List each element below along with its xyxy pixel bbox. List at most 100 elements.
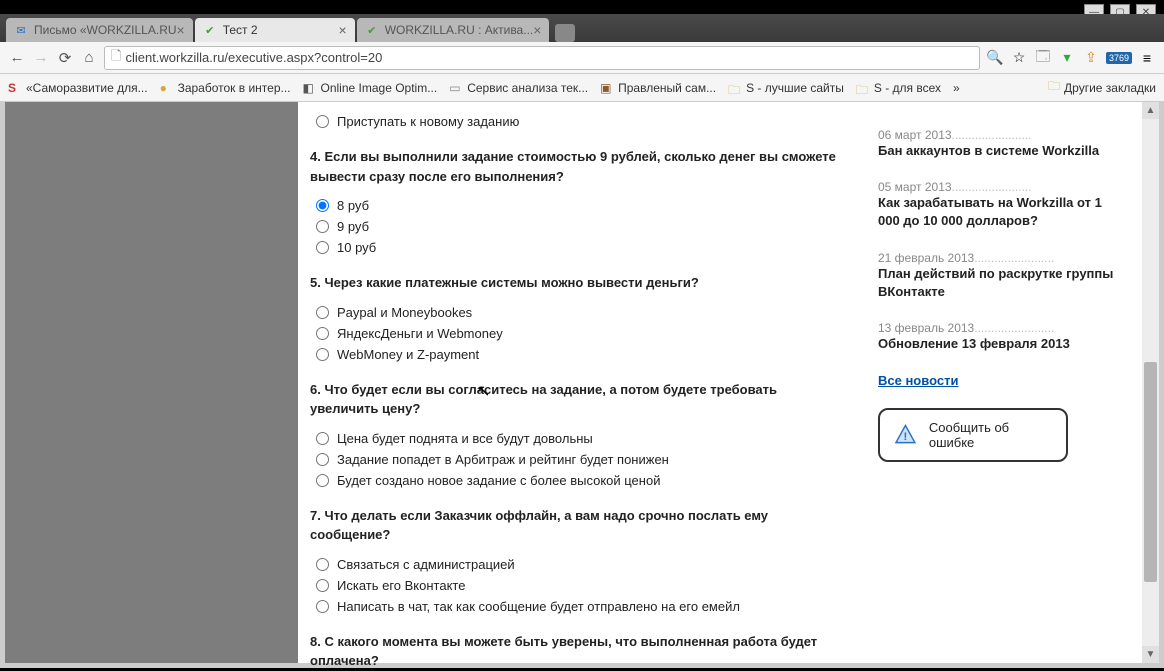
tab-0[interactable]: ✉ Письмо «WORKZILLA.RU × — [6, 18, 193, 42]
question-text: 8. С какого момента вы можете быть увере… — [310, 632, 844, 671]
radio-input[interactable] — [316, 600, 329, 613]
bookmark-item[interactable]: ▭ Сервис анализа тек... — [449, 81, 588, 95]
bookmark-label: Правленый сам... — [618, 81, 716, 95]
close-icon[interactable]: × — [533, 22, 541, 38]
sidebar: 06 март 2013 Бан аккаунтов в системе Wor… — [872, 102, 1142, 663]
radio-input[interactable] — [316, 220, 329, 233]
option[interactable]: 10 руб — [310, 240, 844, 255]
tab-bar: ✉ Письмо «WORKZILLA.RU × ✔ Тест 2 × ✔ WO… — [0, 14, 1164, 42]
radio-input[interactable] — [316, 327, 329, 340]
question-top-fragment: Приступать к новому заданию — [310, 114, 844, 129]
radio-input[interactable] — [316, 579, 329, 592]
question-8: 8. С какого момента вы можете быть увере… — [310, 632, 844, 671]
news-item[interactable]: 06 март 2013 Бан аккаунтов в системе Wor… — [878, 128, 1124, 160]
news-item[interactable]: 05 март 2013 Как зарабатывать на Workzil… — [878, 180, 1124, 230]
reload-icon[interactable]: ⟳ — [56, 49, 74, 67]
option[interactable]: 8 руб — [310, 198, 844, 213]
bookmark-folder[interactable]: 🗀S - лучшие сайты — [728, 81, 844, 95]
bookmark-label: Online Image Optim... — [321, 81, 438, 95]
news-date: 21 февраль 2013 — [878, 251, 1124, 265]
bookmark-item[interactable]: S «Саморазвитие для... — [8, 81, 148, 95]
radio-input[interactable] — [316, 115, 329, 128]
option[interactable]: Приступать к новому заданию — [310, 114, 844, 129]
option[interactable]: WebMoney и Z-payment — [310, 347, 844, 362]
option[interactable]: Задание попадет в Арбитраж и рейтинг буд… — [310, 452, 844, 467]
forward-icon[interactable]: → — [32, 49, 50, 67]
question-text: 4. Если вы выполнили задание стоимостью … — [310, 147, 844, 186]
svg-text:!: ! — [904, 431, 908, 443]
media-icon[interactable]: 🗔 — [1034, 49, 1052, 67]
option-label: Связаться с администрацией — [337, 557, 515, 572]
extension-icons: 🔍 ☆ 🗔 ▾ ⇪ 3769 ≡ — [986, 49, 1156, 67]
page-icon: 🗋 — [111, 47, 121, 69]
counter-badge[interactable]: 3769 — [1106, 52, 1132, 64]
question-7: 7. Что делать если Заказчик оффлайн, а в… — [310, 506, 844, 614]
option-label: Искать его Вконтакте — [337, 578, 465, 593]
radio-input[interactable] — [316, 558, 329, 571]
site-icon: S — [8, 81, 22, 95]
overflow-chevron-icon[interactable]: » — [953, 81, 960, 95]
bookmark-label: «Саморазвитие для... — [26, 81, 148, 95]
bookmark-item[interactable]: ◧Online Image Optim... — [303, 81, 438, 95]
star-icon[interactable]: ☆ — [1010, 49, 1028, 67]
radio-input[interactable] — [316, 241, 329, 254]
back-icon[interactable]: ← — [8, 49, 26, 67]
folder-icon: 🗀 — [1048, 77, 1060, 98]
bookmark-label: S - для всех — [874, 81, 941, 95]
option[interactable]: ЯндексДеньги и Webmoney — [310, 326, 844, 341]
scroll-down-icon[interactable]: ▼ — [1142, 646, 1159, 663]
option-label: Написать в чат, так как сообщение будет … — [337, 599, 740, 614]
bookmark-item[interactable]: ▣Правленый сам... — [600, 81, 716, 95]
search-icon[interactable]: 🔍 — [986, 49, 1004, 67]
option[interactable]: Paypal и Moneybookes — [310, 305, 844, 320]
radio-input[interactable] — [316, 348, 329, 361]
check-icon: ✔ — [365, 23, 379, 37]
radio-input[interactable] — [316, 453, 329, 466]
bookmark-label: Заработок в интер... — [178, 81, 291, 95]
left-gutter — [5, 102, 298, 663]
page-viewport: Приступать к новому заданию 4. Если вы в… — [5, 102, 1142, 663]
scroll-up-icon[interactable]: ▲ — [1142, 102, 1159, 119]
option[interactable]: Будет создано новое задание с более высо… — [310, 473, 844, 488]
bookmark-label: Другие закладки — [1064, 81, 1156, 95]
radio-input[interactable] — [316, 474, 329, 487]
radio-input[interactable] — [316, 199, 329, 212]
bookmark-label: S - лучшие сайты — [746, 81, 844, 95]
close-icon[interactable]: × — [339, 22, 347, 38]
menu-icon[interactable]: ≡ — [1138, 49, 1156, 67]
option[interactable]: Связаться с администрацией — [310, 557, 844, 572]
other-bookmarks[interactable]: 🗀 Другие закладки — [1048, 77, 1156, 98]
option[interactable]: Написать в чат, так как сообщение будет … — [310, 599, 844, 614]
option-label: Задание попадет в Арбитраж и рейтинг буд… — [337, 452, 669, 467]
radio-input[interactable] — [316, 306, 329, 319]
all-news-link[interactable]: Все новости — [878, 373, 958, 388]
news-item[interactable]: 21 февраль 2013 План действий по раскрут… — [878, 251, 1124, 301]
close-icon[interactable]: × — [177, 22, 185, 38]
report-error-button[interactable]: ! Сообщить об ошибке — [878, 408, 1068, 462]
option-label: ЯндексДеньги и Webmoney — [337, 326, 503, 341]
tab-1[interactable]: ✔ Тест 2 × — [195, 18, 355, 42]
scroll-thumb[interactable] — [1144, 362, 1157, 582]
site-icon: ▭ — [449, 81, 463, 95]
tab-2[interactable]: ✔ WORKZILLA.RU : Актива... × — [357, 18, 550, 42]
news-item[interactable]: 13 февраль 2013 Обновление 13 февраля 20… — [878, 321, 1124, 353]
share-icon[interactable]: ⇪ — [1082, 49, 1100, 67]
option-label: Paypal и Moneybookes — [337, 305, 472, 320]
down-arrow-icon[interactable]: ▾ — [1058, 49, 1076, 67]
scrollbar-vertical[interactable]: ▲ ▼ — [1142, 102, 1159, 663]
option[interactable]: Цена будет поднята и все будут довольны — [310, 431, 844, 446]
new-tab-button[interactable] — [555, 24, 575, 42]
home-icon[interactable]: ⌂ — [80, 49, 98, 67]
option[interactable]: 9 руб — [310, 219, 844, 234]
question-5: 5. Через какие платежные системы можно в… — [310, 273, 844, 362]
bookmark-folder[interactable]: 🗀S - для всех — [856, 81, 941, 95]
news-date: 06 март 2013 — [878, 128, 1124, 142]
tab-title: WORKZILLA.RU : Актива... — [385, 23, 534, 37]
radio-input[interactable] — [316, 432, 329, 445]
news-title: Бан аккаунтов в системе Workzilla — [878, 142, 1124, 160]
url-input[interactable]: 🗋 client.workzilla.ru/executive.aspx?con… — [104, 46, 980, 70]
bookmark-label: Сервис анализа тек... — [467, 81, 588, 95]
option[interactable]: Искать его Вконтакте — [310, 578, 844, 593]
option-label: 8 руб — [337, 198, 369, 213]
bookmark-item[interactable]: ●Заработок в интер... — [160, 81, 291, 95]
